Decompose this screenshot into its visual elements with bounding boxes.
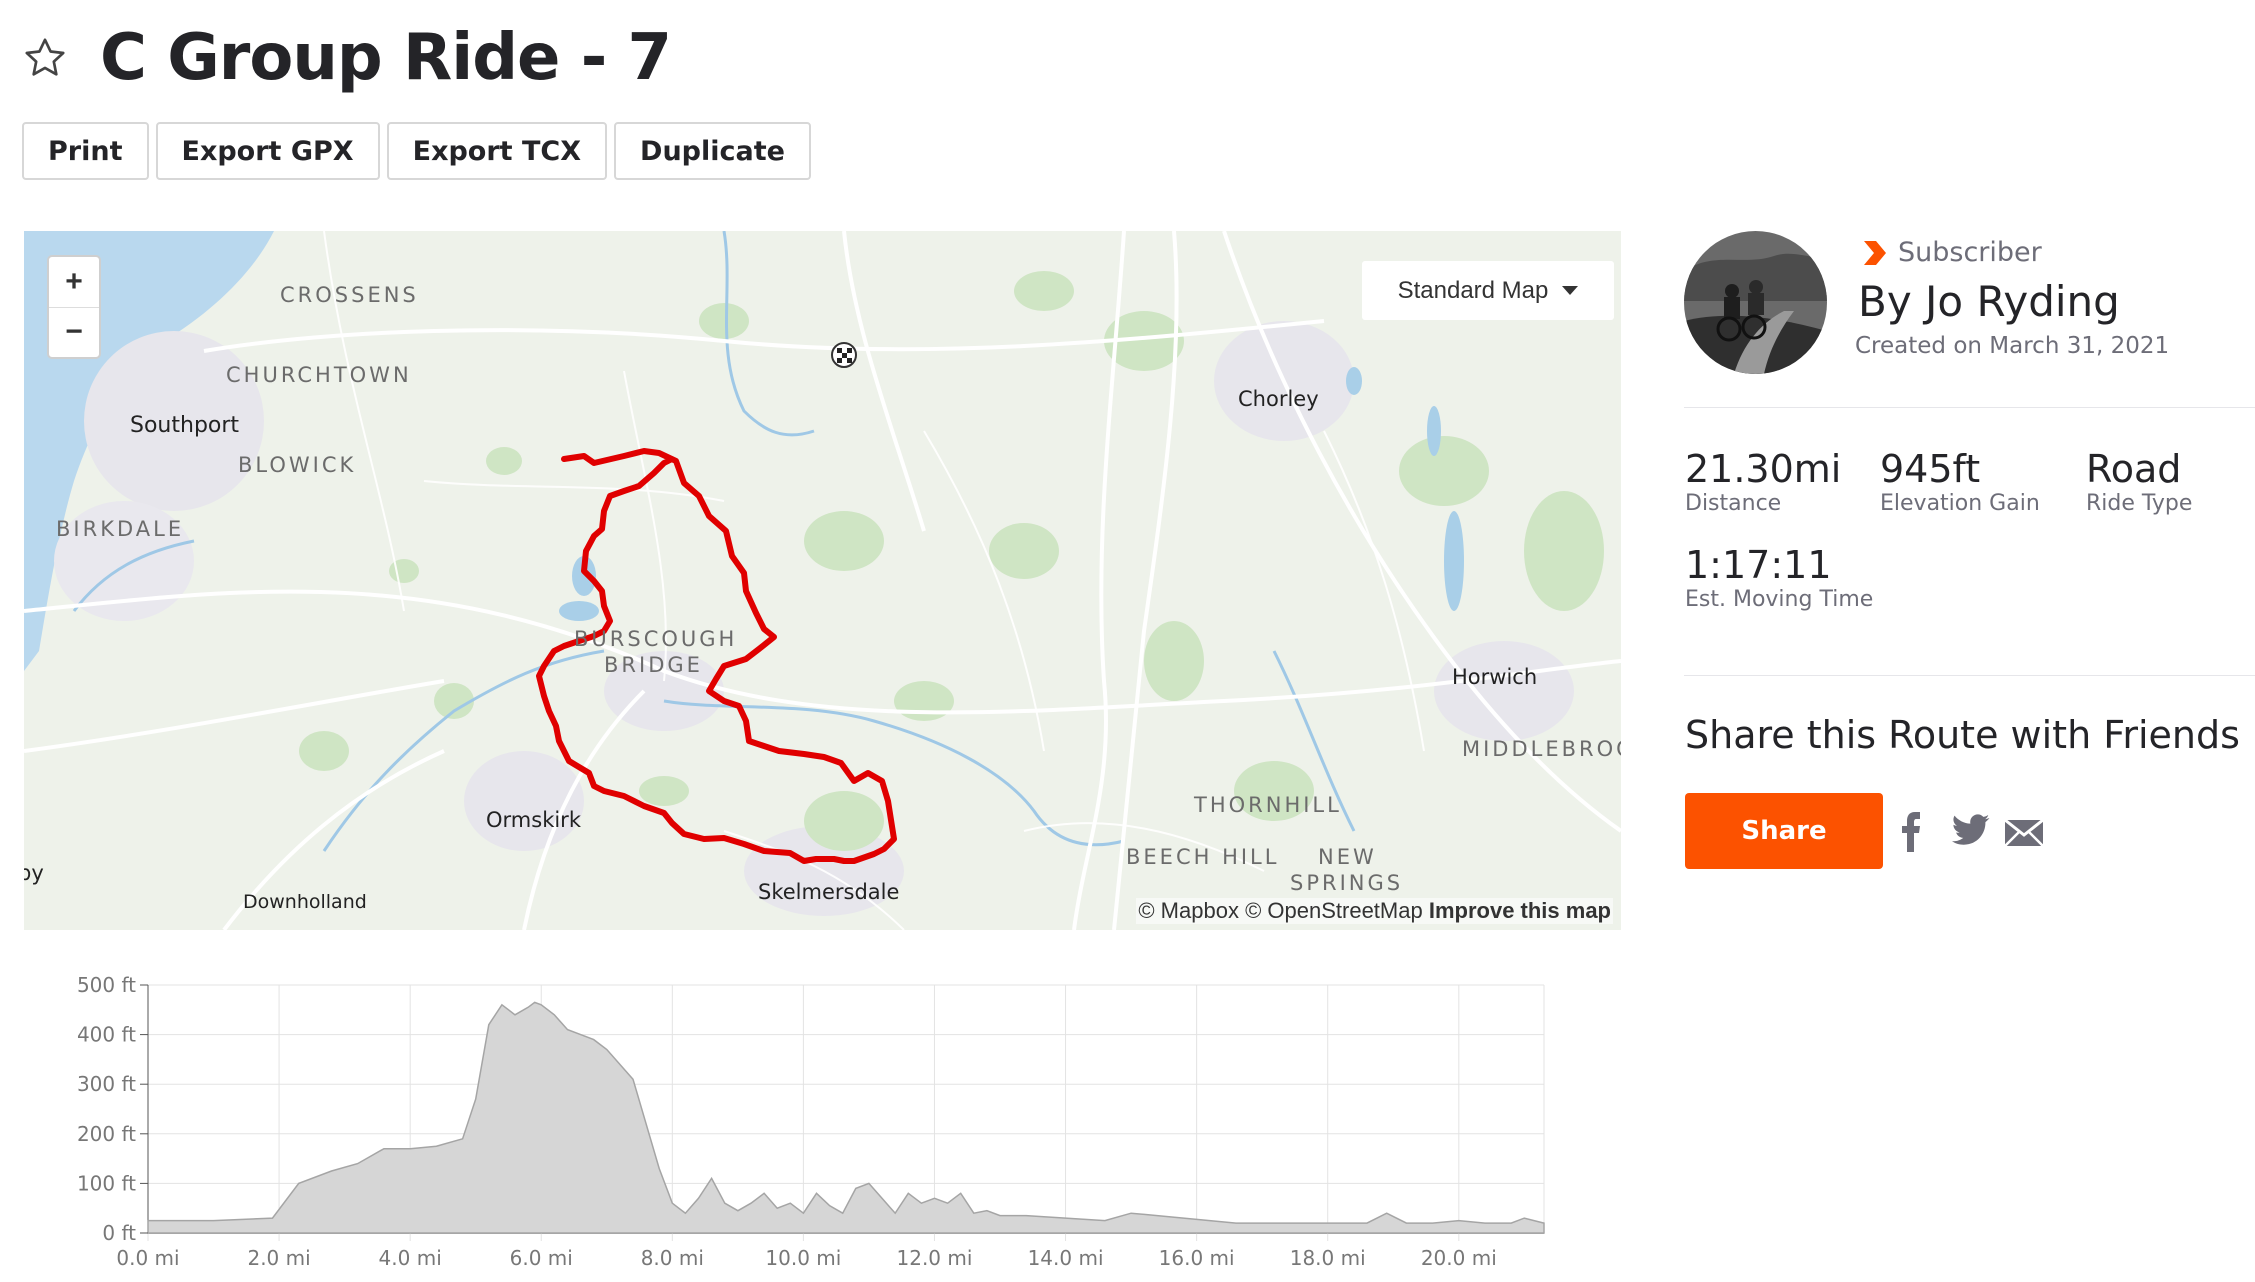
author-avatar[interactable] xyxy=(1684,231,1827,374)
stat-ride-type: Road Ride Type xyxy=(2086,447,2192,516)
y-tick-label: 200 ft xyxy=(77,1122,136,1146)
title-row: C Group Ride - 7 xyxy=(22,18,672,98)
subscriber-chevron-icon xyxy=(1864,240,1886,265)
x-tick-label: 2.0 mi xyxy=(247,1246,310,1270)
map-label-middlebrook: MIDDLEBROO xyxy=(1462,737,1621,761)
stat-ride-type-label: Ride Type xyxy=(2086,491,2193,516)
map-label-churchtown: CHURCHTOWN xyxy=(226,363,412,387)
zoom-out-button[interactable]: − xyxy=(49,308,99,358)
elevation-x-ticks: 0.0 mi 2.0 mi 4.0 mi 6.0 mi 8.0 mi 10.0 mi 12.… xyxy=(116,1246,1496,1270)
map-label-skelmersdale: Skelmersdale xyxy=(758,880,900,904)
map-type-label: Standard Map xyxy=(1397,276,1549,304)
elevation-y-ticks: 0 ft 100 ft 200 ft 300 ft 400 ft 500 ft xyxy=(77,973,148,1245)
map-label-springs: SPRINGS xyxy=(1290,871,1404,895)
map-canvas[interactable] xyxy=(24,231,1621,930)
stat-elevation-value: 945ft xyxy=(1880,447,1981,491)
stat-distance-label: Distance xyxy=(1685,491,1782,516)
map-label-downholland: Downholland xyxy=(243,891,367,913)
x-tick-label: 10.0 mi xyxy=(765,1246,841,1270)
map-label-blowick: BLOWICK xyxy=(238,453,357,477)
x-tick-label: 18.0 mi xyxy=(1290,1246,1366,1270)
stat-moving-time: 1:17:11 Est. Moving Time xyxy=(1685,543,1873,612)
twitter-icon[interactable] xyxy=(1952,814,1990,846)
subscriber-label: Subscriber xyxy=(1898,237,2042,268)
x-tick-label: 12.0 mi xyxy=(897,1246,973,1270)
map-attribution: © Mapbox © OpenStreetMap Improve this ma… xyxy=(1136,898,1613,924)
x-tick-label: 20.0 mi xyxy=(1421,1246,1497,1270)
export-tcx-button[interactable]: Export TCX xyxy=(386,122,608,180)
export-gpx-button[interactable]: Export GPX xyxy=(155,122,380,180)
share-heading: Share this Route with Friends xyxy=(1685,713,2240,757)
share-button[interactable]: Share xyxy=(1685,793,1883,869)
map-label-ormskirk: Ormskirk xyxy=(486,808,581,832)
created-date: Created on March 31, 2021 xyxy=(1855,333,2170,359)
x-tick-label: 6.0 mi xyxy=(510,1246,573,1270)
y-tick-label: 500 ft xyxy=(77,973,136,997)
osm-link[interactable]: © OpenStreetMap xyxy=(1245,898,1423,923)
elevation-chart[interactable]: 0 ft 100 ft 200 ft 300 ft 400 ft 500 ft 0.0 m… xyxy=(24,955,1564,1282)
page-title: C Group Ride - 7 xyxy=(100,21,672,95)
map-label-cut: by xyxy=(24,861,44,885)
map-label-birkdale: BIRKDALE xyxy=(56,517,185,541)
print-button[interactable]: Print xyxy=(22,122,149,180)
email-icon[interactable] xyxy=(2004,819,2044,847)
map-label-crossens: CROSSENS xyxy=(280,283,419,307)
subscriber-badge: Subscriber xyxy=(1862,237,2042,268)
start-finish-marker xyxy=(831,342,857,368)
stat-elevation-label: Elevation Gain xyxy=(1880,491,2040,516)
zoom-in-button[interactable]: + xyxy=(49,257,99,308)
action-toolbar: Print Export GPX Export TCX Duplicate xyxy=(22,122,811,180)
improve-map-link[interactable]: Improve this map xyxy=(1429,898,1611,923)
y-tick-label: 0 ft xyxy=(102,1221,136,1245)
star-outline-icon[interactable] xyxy=(22,35,68,81)
x-tick-label: 4.0 mi xyxy=(379,1246,442,1270)
x-tick-label: 14.0 mi xyxy=(1028,1246,1104,1270)
zoom-control: + − xyxy=(47,255,101,359)
caret-down-icon xyxy=(1562,286,1579,295)
map-label-beech-hill: BEECH HILL xyxy=(1126,845,1280,869)
y-tick-label: 400 ft xyxy=(77,1023,136,1047)
map-label-thornhill: THORNHILL xyxy=(1194,793,1342,817)
stat-distance: 21.30mi Distance xyxy=(1685,447,1841,516)
author-name[interactable]: By Jo Ryding xyxy=(1858,277,2120,326)
route-map[interactable]: + − Standard Map CROSSENS CHURCHTOWN Sou… xyxy=(24,231,1621,930)
divider xyxy=(1684,675,2255,676)
map-label-burscough: BURSCOUGH xyxy=(574,627,738,651)
y-tick-label: 300 ft xyxy=(77,1072,136,1096)
facebook-icon[interactable] xyxy=(1900,811,1924,853)
mapbox-link[interactable]: © Mapbox xyxy=(1138,898,1239,923)
x-tick-label: 16.0 mi xyxy=(1159,1246,1235,1270)
y-tick-label: 100 ft xyxy=(77,1171,136,1195)
stat-elevation: 945ft Elevation Gain xyxy=(1880,447,2040,516)
divider xyxy=(1684,407,2255,408)
stat-moving-time-value: 1:17:11 xyxy=(1685,543,1832,587)
duplicate-button[interactable]: Duplicate xyxy=(614,122,811,180)
elevation-area xyxy=(147,1001,1545,1234)
map-label-horwich: Horwich xyxy=(1452,665,1538,689)
stat-distance-value: 21.30mi xyxy=(1685,447,1842,491)
stat-moving-time-label: Est. Moving Time xyxy=(1685,587,1874,612)
map-label-bridge: BRIDGE xyxy=(604,653,703,677)
map-type-dropdown[interactable]: Standard Map xyxy=(1362,261,1614,320)
stat-ride-type-value: Road xyxy=(2086,447,2182,491)
map-label-southport: Southport xyxy=(130,413,240,438)
map-label-new: NEW xyxy=(1318,845,1377,869)
x-tick-label: 8.0 mi xyxy=(641,1246,704,1270)
x-tick-label: 0.0 mi xyxy=(116,1246,179,1270)
map-label-chorley: Chorley xyxy=(1238,387,1319,411)
